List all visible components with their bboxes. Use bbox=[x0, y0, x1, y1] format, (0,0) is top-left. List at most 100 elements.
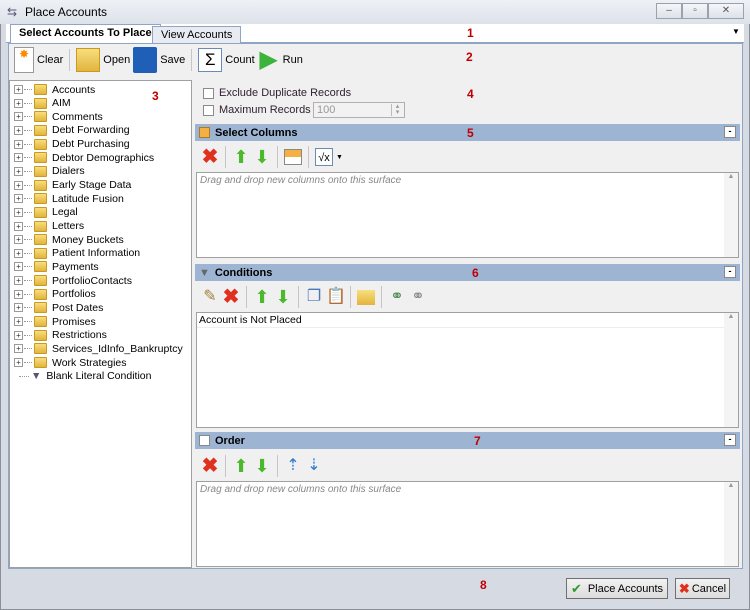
count-button[interactable]: Σ Count bbox=[198, 48, 255, 72]
sort-descending-icon[interactable]: ⇣ bbox=[305, 457, 323, 475]
and-group-icon[interactable]: ⚭ bbox=[388, 288, 406, 306]
tree-connector bbox=[24, 157, 32, 159]
tree-item[interactable]: + Payments bbox=[14, 260, 99, 273]
expand-icon[interactable]: + bbox=[14, 194, 23, 204]
edit-condition-icon[interactable]: ✎ bbox=[201, 288, 219, 306]
tree-item[interactable]: + Restrictions bbox=[14, 329, 107, 342]
expand-icon[interactable]: + bbox=[14, 276, 23, 286]
scrollbar[interactable]: ▲ bbox=[724, 482, 738, 566]
expand-icon[interactable]: + bbox=[14, 235, 23, 245]
move-down-icon[interactable]: ⬇ bbox=[253, 457, 271, 475]
clear-button[interactable]: ✸ Clear bbox=[14, 47, 63, 73]
close-button[interactable]: ✕ bbox=[708, 3, 744, 19]
insert-column-icon[interactable] bbox=[284, 149, 302, 165]
tree-item[interactable]: + Latitude Fusion bbox=[14, 192, 124, 205]
move-up-icon[interactable]: ⬆ bbox=[253, 288, 271, 306]
move-up-icon[interactable]: ⬆ bbox=[232, 457, 250, 475]
tree-item[interactable]: + Money Buckets bbox=[14, 233, 124, 246]
tree-item[interactable]: + Letters bbox=[14, 220, 84, 233]
sigma-icon: Σ bbox=[198, 48, 223, 72]
toolbar-separator bbox=[308, 146, 309, 168]
collapse-conditions-button[interactable]: - bbox=[724, 266, 736, 278]
expand-icon[interactable]: + bbox=[14, 248, 23, 258]
order-surface[interactable]: Drag and drop new columns onto this surf… bbox=[196, 481, 739, 567]
tree-item[interactable]: + Debt Forwarding bbox=[14, 124, 130, 137]
expand-icon[interactable]: + bbox=[14, 112, 23, 122]
tree-item[interactable]: + Early Stage Data bbox=[14, 179, 131, 192]
scrollbar[interactable]: ▲ bbox=[724, 313, 738, 427]
callout-8: 8 bbox=[480, 578, 487, 592]
scrollbar[interactable]: ▲ bbox=[724, 173, 738, 257]
tree-item[interactable]: + Dialers bbox=[14, 165, 85, 178]
delete-icon[interactable]: ✖ bbox=[222, 287, 240, 307]
or-group-icon[interactable]: ⚭ bbox=[409, 288, 427, 306]
max-records-checkbox[interactable] bbox=[203, 104, 214, 116]
select-columns-surface[interactable]: Drag and drop new columns onto this surf… bbox=[196, 172, 739, 258]
tab-view-accounts[interactable]: View Accounts bbox=[152, 26, 242, 43]
paste-icon[interactable]: 📋 bbox=[326, 288, 346, 306]
expand-icon[interactable]: + bbox=[14, 98, 23, 108]
exclude-duplicates-option[interactable]: Exclude Duplicate Records bbox=[203, 87, 351, 99]
tree-item[interactable]: + Patient Information bbox=[14, 247, 140, 260]
expand-icon[interactable]: + bbox=[14, 180, 23, 190]
move-down-icon[interactable]: ⬇ bbox=[274, 288, 292, 306]
sort-ascending-icon[interactable]: ⇡ bbox=[284, 457, 302, 475]
expand-icon[interactable]: + bbox=[14, 166, 23, 176]
save-button[interactable]: Save bbox=[133, 47, 185, 73]
max-records-spinner[interactable]: 100 ▴ ▾ bbox=[313, 102, 405, 118]
open-button[interactable]: Open bbox=[76, 48, 130, 72]
delete-icon[interactable]: ✖ bbox=[201, 456, 219, 476]
save-disk-icon bbox=[133, 47, 158, 73]
copy-icon[interactable]: ❐ bbox=[305, 288, 323, 306]
expand-icon[interactable]: + bbox=[14, 139, 23, 149]
toolbar-separator bbox=[350, 286, 351, 308]
expand-icon[interactable]: + bbox=[14, 153, 23, 163]
tree-item[interactable]: + Accounts bbox=[14, 83, 95, 96]
place-accounts-button[interactable]: ✔ Place Accounts bbox=[566, 578, 668, 599]
maximize-button[interactable]: ▫ bbox=[682, 3, 708, 19]
load-folder-icon[interactable] bbox=[357, 289, 375, 305]
tree-item[interactable]: + Promises bbox=[14, 315, 96, 328]
expand-icon[interactable]: + bbox=[14, 330, 23, 340]
field-tree[interactable]: + Accounts + AIM + Comments + Debt Forwarding + D… bbox=[9, 80, 192, 568]
tree-item[interactable]: + AIM bbox=[14, 97, 71, 110]
tree-item[interactable]: + PortfolioContacts bbox=[14, 274, 132, 287]
tree-item[interactable]: + Work Strategies bbox=[14, 356, 127, 369]
conditions-list[interactable]: Account is Not Placed ▲ bbox=[196, 312, 739, 428]
run-button[interactable]: ▶ Run bbox=[258, 48, 302, 72]
expand-icon[interactable]: + bbox=[14, 303, 23, 313]
expand-icon[interactable]: + bbox=[14, 289, 23, 299]
tree-item-blank-literal[interactable]: ▼ Blank Literal Condition bbox=[19, 370, 151, 383]
tree-item[interactable]: + Portfolios bbox=[14, 288, 96, 301]
tab-select-accounts[interactable]: Select Accounts To Place bbox=[10, 24, 161, 43]
formula-dropdown-icon[interactable]: ▼ bbox=[336, 154, 343, 161]
tree-item[interactable]: + Services_IdInfo_Bankruptcy bbox=[14, 342, 183, 355]
cancel-button[interactable]: ✖ Cancel bbox=[675, 578, 730, 599]
tree-item[interactable]: + Legal bbox=[14, 206, 78, 219]
expand-icon[interactable]: + bbox=[14, 207, 23, 217]
tree-item[interactable]: + Debtor Demographics bbox=[14, 151, 154, 164]
tree-item-label: Dialers bbox=[52, 165, 85, 178]
delete-icon[interactable]: ✖ bbox=[201, 147, 219, 167]
tree-item[interactable]: + Comments bbox=[14, 110, 103, 123]
expand-icon[interactable]: + bbox=[14, 125, 23, 135]
tree-item[interactable]: + Debt Purchasing bbox=[14, 138, 130, 151]
minimize-button[interactable]: – bbox=[656, 3, 682, 19]
expand-icon[interactable]: + bbox=[14, 262, 23, 272]
move-down-icon[interactable]: ⬇ bbox=[253, 148, 271, 166]
expand-icon[interactable]: + bbox=[14, 344, 23, 354]
collapse-order-button[interactable]: - bbox=[724, 434, 736, 446]
expand-icon[interactable]: + bbox=[14, 358, 23, 367]
expand-icon[interactable]: + bbox=[14, 221, 23, 231]
collapse-select-columns-button[interactable]: - bbox=[724, 126, 736, 138]
formula-sqrt-icon[interactable]: √x bbox=[315, 148, 333, 166]
tab-dropdown-icon[interactable]: ▼ bbox=[732, 27, 740, 36]
move-up-icon[interactable]: ⬆ bbox=[232, 148, 250, 166]
spinner-arrows-icon[interactable]: ▴ ▾ bbox=[391, 103, 403, 116]
condition-item[interactable]: Account is Not Placed bbox=[197, 313, 724, 328]
max-records-option[interactable]: Maximum Records bbox=[203, 104, 311, 116]
exclude-duplicates-checkbox[interactable] bbox=[203, 87, 214, 99]
expand-icon[interactable]: + bbox=[14, 317, 23, 327]
tree-item[interactable]: + Post Dates bbox=[14, 301, 103, 314]
expand-icon[interactable]: + bbox=[14, 85, 23, 94]
